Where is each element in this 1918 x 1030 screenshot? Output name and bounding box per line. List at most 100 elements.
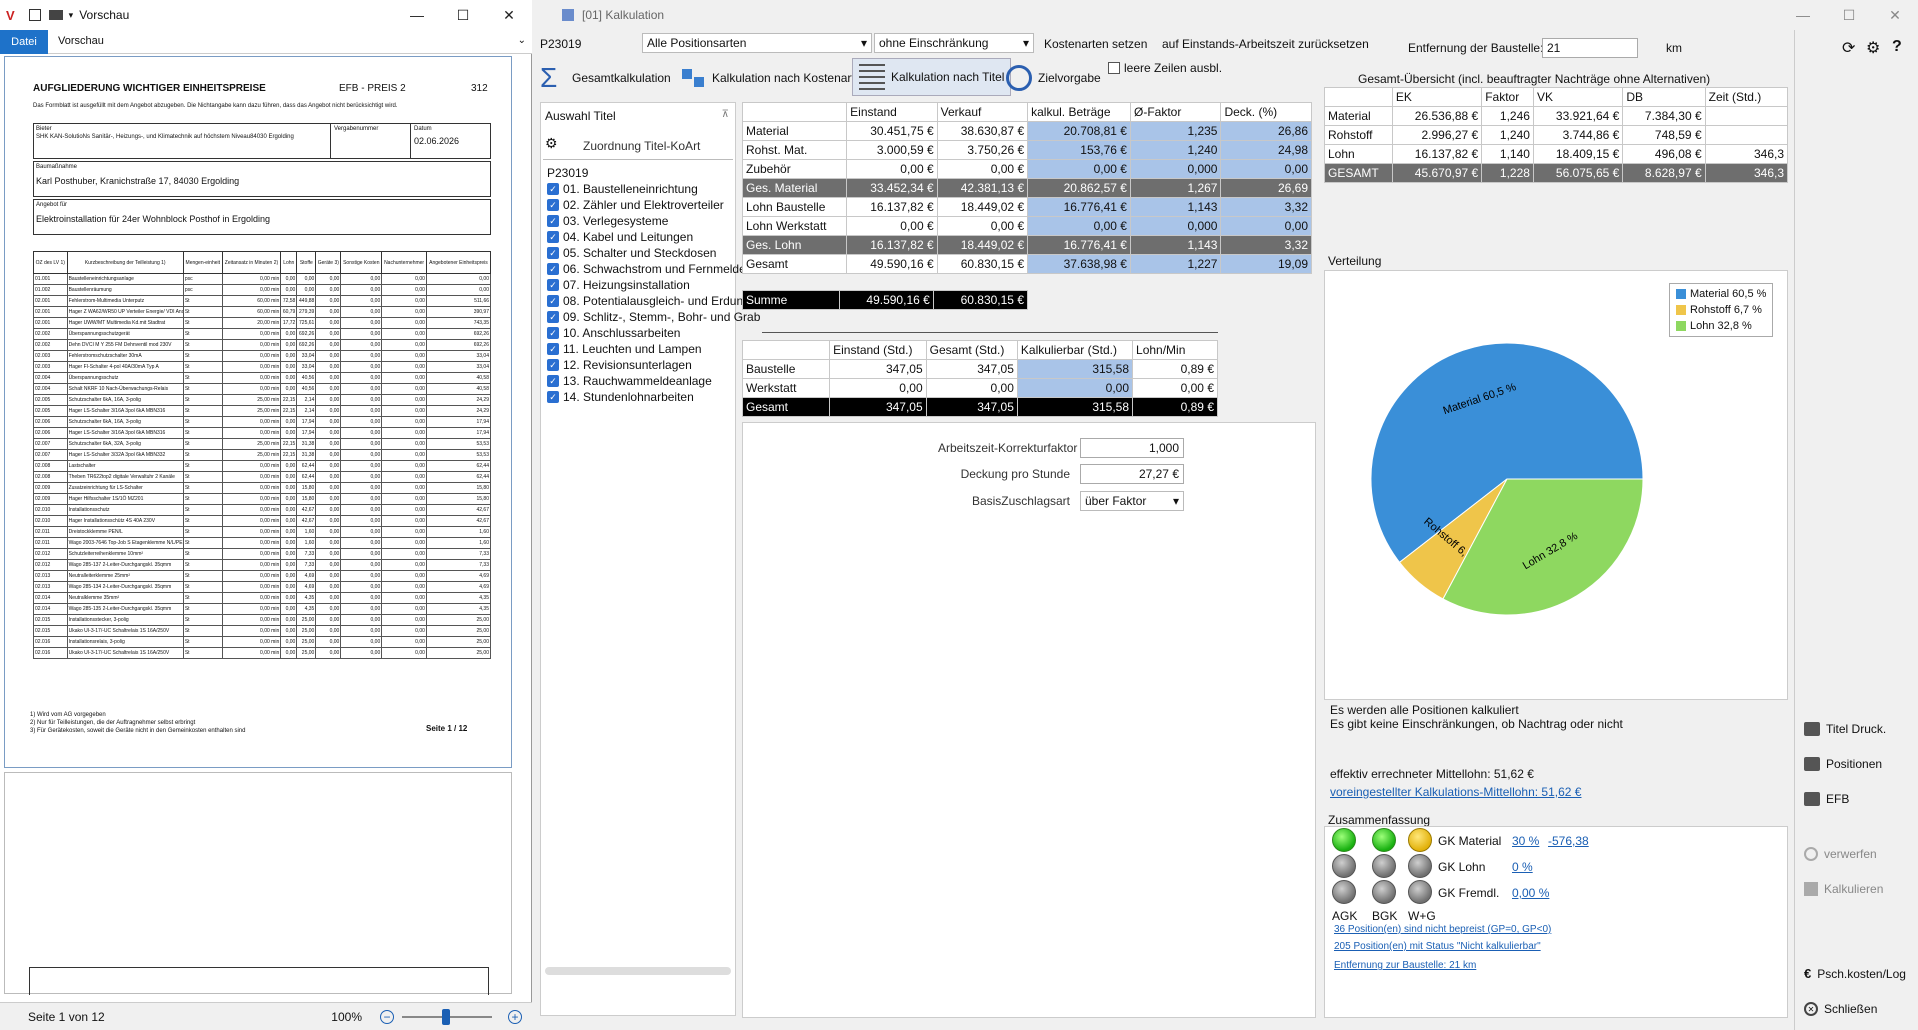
doc-cell: 0,00	[381, 504, 427, 516]
kostenarten-setzen-button[interactable]: Kostenarten setzen	[1044, 37, 1147, 51]
tree-item[interactable]: ✓ 10. Anschlussarbeiten	[547, 325, 760, 341]
tree-item[interactable]: ✓ 08. Potentialausgleich- und Erdungs	[547, 293, 760, 309]
doc-cell: St	[182, 581, 223, 593]
tab-kalkulation-kostenart[interactable]: Kalkulation nach Kostenart	[680, 60, 855, 96]
ribbon-collapse-icon[interactable]: ⌄	[518, 35, 526, 46]
checkbox-checked-icon[interactable]: ✓	[547, 343, 559, 355]
tab-kalkulation-titel[interactable]: Kalkulation nach Titel	[852, 58, 1012, 96]
zuordnung-button[interactable]: Zuordnung Titel-KoArt	[583, 139, 700, 153]
checkbox-checked-icon[interactable]: ✓	[547, 359, 559, 371]
calc-minimize-icon[interactable]: —	[1780, 0, 1826, 30]
kalkulieren-button[interactable]: Kalkulieren	[1804, 882, 1883, 896]
tree-item[interactable]: ✓ 11. Leuchten und Lampen	[547, 341, 760, 357]
gk-fremdl-pct[interactable]: 0,00 %	[1512, 886, 1549, 900]
schliessen-button[interactable]: ✕ Schließen	[1804, 1002, 1877, 1016]
korrektur-input[interactable]: 1,000	[1080, 438, 1184, 458]
doc-vergabe-label: Vergabenummer	[334, 126, 379, 132]
checkbox-checked-icon[interactable]: ✓	[547, 327, 559, 339]
doc-cell: 0,00	[381, 427, 427, 439]
tree-item[interactable]: ✓ 07. Heizungsinstallation	[547, 277, 760, 293]
doc-cell: 02.006	[33, 427, 68, 439]
dropdown-icon[interactable]: ▾	[69, 10, 74, 21]
doc-footnote-3: 3) Für Gerätekosten, soweit die Geräte n…	[30, 728, 246, 734]
checkbox-checked-icon[interactable]: ✓	[547, 215, 559, 227]
basis-select[interactable]: über Faktor ▾	[1080, 491, 1184, 511]
psch-kosten-button[interactable]: € Psch.kosten/Log	[1804, 966, 1906, 981]
close-icon[interactable]: ✕	[486, 0, 532, 30]
entfernung-input[interactable]: 21	[1542, 38, 1638, 58]
checkbox-checked-icon[interactable]: ✓	[547, 247, 559, 259]
reset-einsatz-button[interactable]: auf Einstands-Arbeitszeit zurücksetzen	[1162, 37, 1369, 51]
tree-item[interactable]: ✓ 01. Baustelleneinrichtung	[547, 181, 760, 197]
doc-cell: 17,94	[296, 427, 317, 439]
verwerfen-button[interactable]: verwerfen	[1804, 847, 1877, 861]
minimize-icon[interactable]: —	[394, 0, 440, 30]
gear-icon[interactable]: ⚙	[545, 135, 558, 152]
tab-gesamtkalkulation[interactable]: Σ Gesamtkalkulation	[540, 60, 671, 96]
tab-vorschau[interactable]: Vorschau	[58, 35, 104, 47]
tree-item-label: 14. Stundenlohnarbeiten	[563, 390, 694, 404]
efb-button[interactable]: EFB	[1804, 792, 1849, 806]
stunden-row: Baustelle 347,05 347,05 315,58 0,89 €	[741, 359, 1218, 379]
tree-item[interactable]: ✓ 06. Schwachstrom und Fernmeldear	[547, 261, 760, 277]
help-icon[interactable]: ?	[1892, 38, 1902, 56]
maximize-icon[interactable]: ☐	[440, 0, 486, 30]
hint-nicht-kalkulierbar-link[interactable]: 205 Position(en) mit Status "Nicht kalku…	[1334, 941, 1541, 952]
tab-kalkulation-titel-label: Kalkulation nach Titel	[891, 70, 1005, 84]
kosten-cell: 42.381,13 €	[936, 178, 1029, 198]
refresh-icon[interactable]: ⟳	[1842, 38, 1855, 58]
calc-close-icon[interactable]: ✕	[1872, 0, 1918, 30]
deckung-input[interactable]: 27,27 €	[1080, 464, 1184, 484]
tree-item[interactable]: ✓ 14. Stundenlohnarbeiten	[547, 389, 760, 405]
voreingestellt-link[interactable]: voreingestellter Kalkulations-Mittellohn…	[1330, 785, 1581, 799]
checkbox-checked-icon[interactable]: ✓	[547, 199, 559, 211]
tab-zielvorgabe[interactable]: Zielvorgabe	[1006, 60, 1101, 96]
checkbox-checked-icon[interactable]: ✓	[547, 231, 559, 243]
calc-maximize-icon[interactable]: ☐	[1826, 0, 1872, 30]
checkbox-checked-icon[interactable]: ✓	[547, 311, 559, 323]
tree-root[interactable]: P23019	[547, 165, 760, 181]
positionen-button[interactable]: Positionen	[1804, 757, 1882, 771]
doc-cell: 4,69	[296, 581, 317, 593]
tree-item[interactable]: ✓ 12. Revisionsunterlagen	[547, 357, 760, 373]
zoom-out-icon[interactable]: −	[380, 1009, 394, 1024]
zoom-slider-thumb[interactable]	[442, 1008, 450, 1025]
checkbox-checked-icon[interactable]: ✓	[547, 263, 559, 275]
gk-material-pct[interactable]: 30 %	[1512, 834, 1539, 848]
menu-datei[interactable]: Datei	[0, 30, 48, 54]
save-icon[interactable]	[28, 9, 41, 21]
einschraenkung-select[interactable]: ohne Einschränkung ▾	[874, 33, 1034, 53]
checkbox-checked-icon[interactable]: ✓	[547, 375, 559, 387]
print-icon[interactable]	[48, 10, 63, 20]
positionsarten-select[interactable]: Alle Positionsarten ▾	[642, 33, 872, 53]
titel-druck-button[interactable]: Titel Druck.	[1804, 722, 1886, 736]
tree-item[interactable]: ✓ 02. Zähler und Elektroverteiler	[547, 197, 760, 213]
doc-cell: 0,00	[425, 284, 491, 296]
hint-entfernung-link[interactable]: Entfernung zur Baustelle: 21 km	[1334, 960, 1476, 971]
leere-zeilen-checkbox[interactable]: leere Zeilen ausbl.	[1108, 61, 1222, 75]
tree-horizontal-scrollbar[interactable]	[545, 967, 731, 975]
gear-icon[interactable]: ⚙	[1866, 38, 1880, 58]
doc-cell: 42,67	[296, 504, 317, 516]
tree-item[interactable]: ✓ 05. Schalter und Steckdosen	[547, 245, 760, 261]
checkbox-checked-icon[interactable]: ✓	[547, 183, 559, 195]
checkbox-checked-icon[interactable]: ✓	[547, 295, 559, 307]
doc-row: 02.003 Fehlerstromschutzschalter 30mA St 0,…	[33, 350, 491, 362]
tree-item[interactable]: ✓ 13. Rauchwammeldeanlage	[547, 373, 760, 389]
overview-cell: 45.670,97 €	[1391, 163, 1483, 183]
preview-page[interactable]: AUFGLIEDERUNG WICHTIGER EINHEITSPREISE E…	[4, 56, 512, 768]
gk-lohn-pct[interactable]: 0 %	[1512, 860, 1533, 874]
hint-nicht-bepreist-link[interactable]: 36 Position(en) sind nicht bepreist (GP=…	[1334, 924, 1551, 935]
doc-cell: Theben TR622top2 digitale Verwaltuhr 2 K…	[66, 471, 184, 483]
zoom-slider[interactable]	[402, 1008, 492, 1025]
printer-icon	[1804, 722, 1820, 736]
tree-item[interactable]: ✓ 04. Kabel und Leitungen	[547, 229, 760, 245]
preview-page-2[interactable]	[4, 772, 512, 995]
zoom-in-icon[interactable]: +	[508, 1009, 522, 1024]
gk-material-value[interactable]: -576,38	[1548, 834, 1589, 848]
checkbox-checked-icon[interactable]: ✓	[547, 279, 559, 291]
pin-icon[interactable]: ⊼	[722, 109, 729, 120]
tree-item[interactable]: ✓ 03. Verlegesysteme	[547, 213, 760, 229]
checkbox-checked-icon[interactable]: ✓	[547, 391, 559, 403]
tree-item[interactable]: ✓ 09. Schlitz-, Stemm-, Bohr- und Grab	[547, 309, 760, 325]
